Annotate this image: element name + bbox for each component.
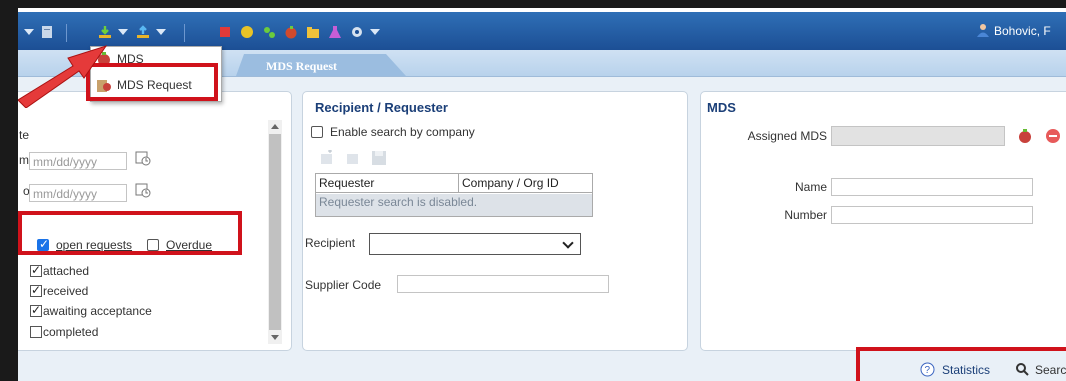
date-from-input[interactable]: mm/dd/yyyy xyxy=(29,152,127,170)
recipient-label: Recipient xyxy=(305,236,356,250)
scrollbar-thumb[interactable] xyxy=(269,134,281,330)
awaiting-acceptance-checkbox[interactable] xyxy=(30,303,42,317)
remove-mds-icon[interactable] xyxy=(1045,128,1061,144)
received-checkbox[interactable] xyxy=(30,283,42,297)
status-received-label: received xyxy=(43,284,89,298)
upload-icon[interactable] xyxy=(136,25,150,39)
name-input[interactable] xyxy=(831,178,1033,196)
recipient-select[interactable] xyxy=(369,233,581,255)
mds-lookup-icon[interactable] xyxy=(1017,128,1033,144)
chevron-down-icon xyxy=(562,237,574,249)
number-input[interactable] xyxy=(831,206,1033,224)
status-attached-label: attached xyxy=(43,264,90,278)
supplier-code-input[interactable] xyxy=(397,275,609,293)
toolbar-separator xyxy=(184,24,185,42)
folder-icon[interactable] xyxy=(306,25,320,39)
user-name[interactable]: Bohovic, F xyxy=(994,24,1066,38)
red-cube-icon[interactable] xyxy=(218,25,232,39)
yellow-ball-icon[interactable] xyxy=(240,25,254,39)
highlight-statistics-search xyxy=(856,347,1066,381)
recipient-panel: Recipient / Requester Enable search by c… xyxy=(302,91,688,351)
date-heading: te xyxy=(19,128,30,142)
calendar-icon[interactable] xyxy=(135,182,151,198)
download-dropdown-icon[interactable] xyxy=(118,29,128,35)
flask-icon[interactable] xyxy=(328,25,342,39)
green-molecule-icon[interactable] xyxy=(262,25,276,39)
column-header-company[interactable]: Company / Org ID xyxy=(459,174,592,193)
attached-checkbox[interactable] xyxy=(30,263,42,277)
scroll-down-icon[interactable] xyxy=(271,335,279,340)
add-icon[interactable] xyxy=(319,150,335,166)
completed-checkbox[interactable] xyxy=(30,326,42,338)
enable-company-search-label[interactable]: Enable search by company xyxy=(330,125,475,139)
column-header-requester[interactable]: Requester xyxy=(316,174,459,193)
tab-mds-request[interactable]: MDS Request xyxy=(266,56,337,76)
scroll-up-icon[interactable] xyxy=(271,124,279,129)
status-awaiting-label: awaiting acceptance xyxy=(43,304,152,318)
user-icon xyxy=(977,24,989,37)
supplier-code-label: Supplier Code xyxy=(305,278,382,292)
assigned-mds-label: Assigned MDS xyxy=(747,129,827,143)
remove-icon[interactable] xyxy=(345,150,361,166)
mds-panel-title: MDS xyxy=(707,100,736,115)
requester-table: Requester Company / Org ID Requester sea… xyxy=(315,173,593,217)
date-to-input[interactable]: mm/dd/yyyy xyxy=(29,184,127,202)
save-icon[interactable] xyxy=(371,150,387,166)
apple-icon[interactable] xyxy=(284,25,298,39)
enable-company-search-checkbox[interactable] xyxy=(311,126,323,138)
mds-panel: MDS Assigned MDS Name Number xyxy=(700,91,1066,351)
assigned-mds-field xyxy=(831,126,1005,146)
red-arrow-icon xyxy=(18,45,108,108)
settings-dropdown-icon[interactable] xyxy=(370,29,380,35)
gear-icon[interactable] xyxy=(350,25,364,39)
from-label: m xyxy=(19,153,29,167)
upload-dropdown-icon[interactable] xyxy=(156,29,166,35)
recipient-panel-title: Recipient / Requester xyxy=(315,100,448,115)
calendar-icon[interactable] xyxy=(135,150,151,166)
status-completed-label: completed xyxy=(43,325,99,339)
app-window: Bohovic, F t MDS Request te m mm/dd/yyyy… xyxy=(18,8,1066,381)
table-empty-message: Requester search is disabled. xyxy=(316,194,592,216)
highlight-open-requests xyxy=(18,211,242,255)
name-label: Name xyxy=(794,180,827,194)
number-label: Number xyxy=(784,208,827,222)
main-toolbar: Bohovic, F xyxy=(18,12,1066,50)
